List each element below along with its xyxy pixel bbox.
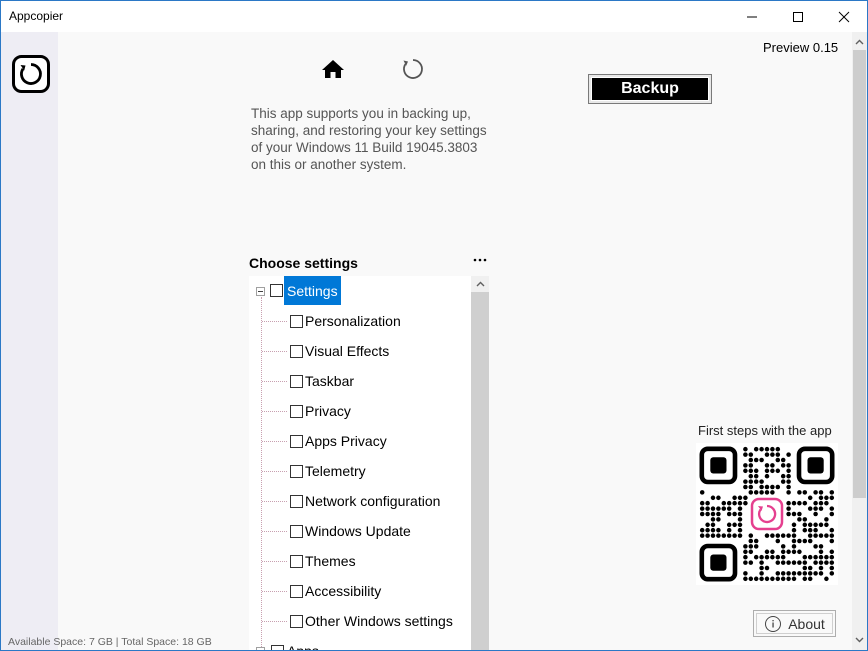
home-icon (322, 60, 344, 78)
tree-item-label: Apps Privacy (305, 433, 387, 449)
tree-item[interactable]: Accessibility (249, 576, 471, 606)
title-bar: Appcopier (1, 1, 867, 32)
minimize-button[interactable] (729, 1, 775, 32)
close-icon (838, 11, 850, 22)
scroll-thumb[interactable] (853, 50, 866, 498)
tree-item[interactable]: Taskbar (249, 366, 471, 396)
tree-item[interactable]: Windows Update (249, 516, 471, 546)
checkbox[interactable] (290, 375, 303, 388)
checkbox[interactable] (290, 525, 303, 538)
restore-button[interactable] (400, 56, 426, 82)
tree-item-label: Telemetry (305, 463, 366, 479)
checkbox[interactable] (290, 405, 303, 418)
sidebar (1, 32, 58, 650)
tree-connector (262, 321, 287, 322)
tree-connector (262, 411, 287, 412)
settings-tree[interactable]: Settings Personalization Visual Effects … (249, 276, 489, 651)
tree-item[interactable]: Network configuration (249, 486, 471, 516)
tree-item-label: Network configuration (305, 493, 441, 509)
checkbox[interactable] (290, 435, 303, 448)
tree-root-label[interactable]: Settings (284, 276, 341, 305)
tree-item[interactable]: Privacy (249, 396, 471, 426)
tree-connector (262, 351, 287, 352)
disk-space-status: Available Space: 7 GB | Total Space: 18 … (8, 636, 212, 648)
tree-connector (262, 441, 287, 442)
settings-title: Choose settings (249, 255, 358, 271)
refresh-icon (403, 59, 423, 79)
checkbox[interactable] (290, 585, 303, 598)
checkbox[interactable] (290, 345, 303, 358)
expand-icon[interactable] (256, 647, 265, 650)
first-steps-label: First steps with the app (698, 423, 832, 438)
qr-code-icon[interactable] (696, 443, 838, 585)
chevron-up-icon (476, 281, 484, 287)
about-button[interactable]: About (753, 610, 836, 637)
tree-item[interactable]: Personalization (249, 306, 471, 336)
refresh-circle-icon[interactable] (12, 55, 50, 93)
app-window: Appcopier Preview 0.15 Backup This app s… (0, 0, 868, 651)
minimize-icon (747, 16, 757, 17)
tree-item[interactable]: Telemetry (249, 456, 471, 486)
close-button[interactable] (821, 1, 867, 32)
more-horizontal-icon[interactable] (470, 253, 490, 267)
tree-item-label: Personalization (305, 313, 401, 329)
tree-item-label: Privacy (305, 403, 351, 419)
tree-item-label: Accessibility (305, 583, 382, 599)
checkbox[interactable] (290, 615, 303, 628)
checkbox[interactable] (290, 465, 303, 478)
tree-connector (262, 501, 287, 502)
tree-connector (262, 591, 287, 592)
tree-item[interactable]: Themes (249, 546, 471, 576)
backup-button-label: Backup (591, 77, 709, 101)
checkbox[interactable] (290, 315, 303, 328)
scroll-up-arrow[interactable] (852, 34, 867, 49)
maximize-icon (793, 11, 803, 22)
app-description: This app supports you in backing up, sha… (251, 106, 487, 172)
checkbox[interactable] (290, 495, 303, 508)
tree-connector (262, 531, 287, 532)
tree-root2-label: Apps (287, 643, 319, 651)
tree-scrollbar[interactable] (471, 276, 489, 650)
tree-connector (262, 471, 287, 472)
about-label: About (788, 615, 825, 632)
checkbox[interactable] (290, 555, 303, 568)
collapse-icon[interactable] (256, 287, 265, 296)
tree-root-settings[interactable]: Settings (249, 276, 471, 306)
chevron-down-icon (855, 637, 864, 642)
chevron-up-icon (855, 39, 864, 44)
tree-item-label: Other Windows settings (305, 613, 453, 629)
tree-item[interactable]: Apps Privacy (249, 426, 471, 456)
about-button-inner: About (756, 613, 833, 634)
info-icon (765, 615, 782, 632)
maximize-button[interactable] (775, 1, 821, 32)
tree-item-label: Taskbar (305, 373, 355, 389)
backup-button[interactable]: Backup (588, 74, 712, 104)
version-label: Preview 0.15 (763, 40, 839, 55)
scroll-down-arrow[interactable] (852, 632, 867, 647)
tree-item-label: Windows Update (305, 523, 411, 539)
tree-connector (262, 621, 287, 622)
tree-item-label: Visual Effects (305, 343, 390, 359)
tree-root-apps[interactable]: Apps (249, 636, 471, 651)
checkbox-settings[interactable] (270, 284, 283, 297)
tree-item[interactable]: Visual Effects (249, 336, 471, 366)
main-panel: Preview 0.15 Backup This app supports yo… (58, 32, 867, 650)
tree-item-label: Themes (305, 553, 356, 569)
main-scrollbar[interactable] (852, 32, 867, 650)
tree-item[interactable]: Other Windows settings (249, 606, 471, 636)
scroll-up-button[interactable] (471, 276, 489, 292)
checkbox-apps[interactable] (271, 645, 284, 650)
tree-connector (262, 561, 287, 562)
window-title: Appcopier (9, 9, 64, 23)
tree-connector (262, 381, 287, 382)
home-button[interactable] (320, 56, 346, 82)
